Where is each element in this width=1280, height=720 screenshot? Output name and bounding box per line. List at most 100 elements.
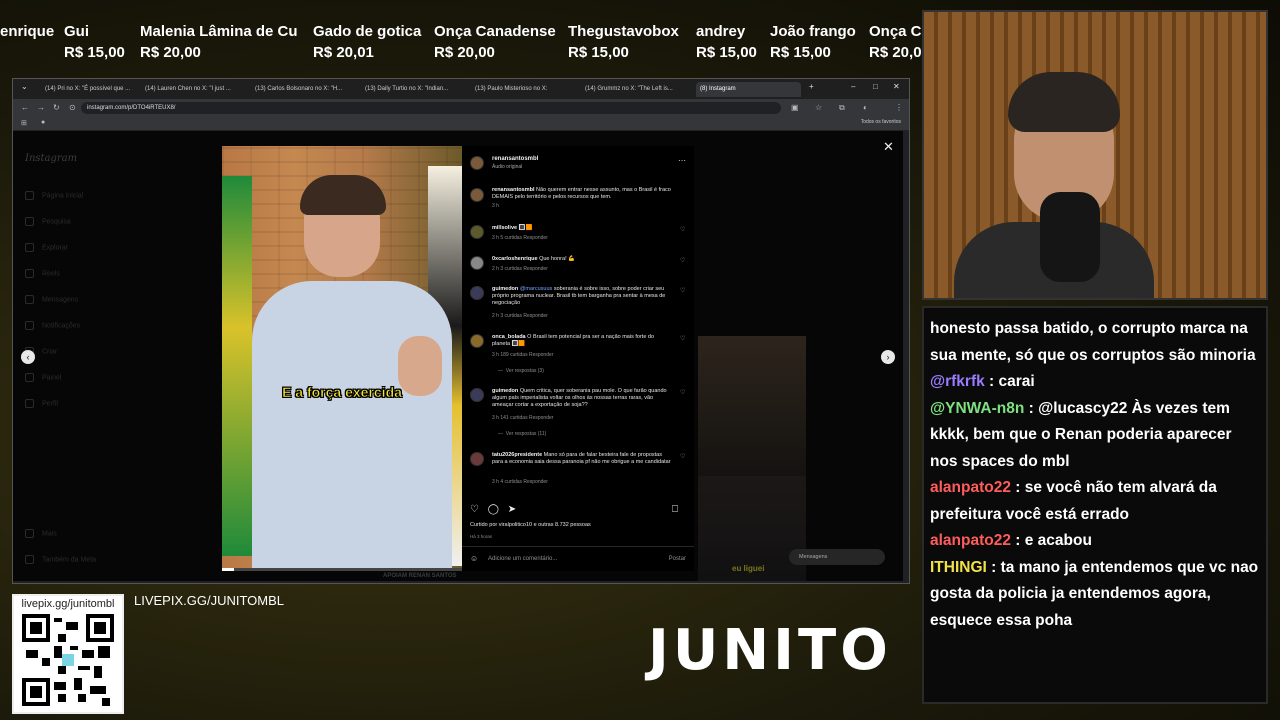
audio-label[interactable]: Áudio original — [492, 164, 522, 170]
like-comment-icon[interactable]: ♡ — [680, 453, 685, 460]
comment-text: onca_bolada O Brasil tem potencial pra s… — [492, 334, 655, 347]
address-bar: ← → ↻ ⊙ instagram.com/p/DTO4iRTEUX8/ ▣ ☆… — [13, 99, 909, 117]
avatar[interactable] — [470, 156, 484, 170]
ticker-item: Malenia Lâmina de Cu R$ 20,00 — [140, 23, 298, 61]
next-arrow-icon[interactable]: › — [881, 350, 895, 364]
comment-text: tatu2026presidente Mano só para de falar… — [492, 452, 671, 465]
extension-icon[interactable]: ▣ — [791, 103, 799, 112]
add-comment-bar: ☺ Adicione um comentário... Postar — [462, 546, 694, 571]
post-time: Há 3 horas — [470, 534, 493, 539]
comment-meta: 3 h — [492, 203, 499, 209]
post-button[interactable]: Postar — [669, 556, 686, 562]
menu-icon[interactable]: ⋮ — [895, 103, 903, 112]
extensions-icon[interactable]: ⧉ — [839, 103, 845, 113]
comment-input[interactable]: Adicione um comentário... — [488, 556, 557, 562]
bookmark-icon[interactable]: ● — [41, 119, 45, 126]
like-comment-icon[interactable]: ♡ — [680, 226, 685, 233]
forward-icon[interactable]: → — [37, 103, 45, 112]
view-replies[interactable]: — Ver respostas (11) — [498, 431, 546, 437]
comment-text: guimedon Quem critica, quer soberania pa… — [492, 388, 667, 408]
close-icon[interactable]: ✕ — [883, 139, 894, 155]
qr-code — [22, 614, 114, 706]
profile-icon[interactable]: ◐ — [863, 103, 868, 112]
save-icon[interactable]: ⎕ — [672, 504, 678, 515]
share-icon[interactable]: ➤ — [508, 504, 516, 515]
webcam-feed — [922, 10, 1268, 300]
speaker — [252, 175, 452, 571]
comment-text: millsolive 🔳🟧 — [492, 225, 533, 231]
qr-label: livepix.gg/junitombl — [21, 598, 115, 610]
tab-search-icon[interactable]: ⌄ — [21, 82, 28, 91]
streamer — [954, 72, 1154, 298]
like-comment-icon[interactable]: ♡ — [680, 257, 685, 264]
minimize-icon[interactable]: – — [851, 82, 855, 91]
stream-layout: enrique Gui R$ 15,00 Malenia Lâmina de Cu… — [0, 0, 1280, 720]
post-actions: ♡ ◯ ➤ ⎕ — [470, 504, 678, 515]
chat-message: @rfkrfk : carai — [930, 373, 1035, 390]
like-comment-icon[interactable]: ♡ — [680, 335, 685, 342]
brazil-flag — [222, 176, 252, 556]
comment-text: 0xcarloshenrique Que honra! 💪 — [492, 256, 575, 262]
ticker-item: João frango R$ 15,00 — [770, 23, 856, 61]
bookmarks-bar: ⊞ ● Todos os favoritos — [13, 117, 909, 131]
comment-icon[interactable]: ◯ — [488, 504, 499, 515]
browser-window: ⌄ (14) Pri no X: "É possível que ... (14… — [12, 78, 910, 584]
url-field[interactable]: instagram.com/p/DTO4iRTEUX8/ — [81, 102, 781, 114]
comment-meta: 3 h 141 curtidas Responder — [492, 415, 554, 421]
all-bookmarks[interactable]: Todos os favoritos — [861, 119, 901, 125]
comment-meta: 3 h 189 curtidas Responder — [492, 352, 554, 358]
video-caption: E a força exercida — [282, 384, 402, 401]
messages-button[interactable]: Mensagens — [789, 549, 885, 565]
livepix-link: LIVEPIX.GG/JUNITOMBL — [134, 593, 285, 608]
reel-video[interactable]: E a força exercida — [222, 146, 462, 571]
browser-tab[interactable]: (14) Grummz no X: "The Left is... — [581, 82, 691, 97]
comment-meta: 2 h 3 curtidas Responder — [492, 313, 548, 319]
browser-tab[interactable]: (13) Carlos Bolsonaro no X: "H... — [251, 82, 346, 97]
new-tab-icon[interactable]: + — [809, 82, 814, 91]
browser-tab-active[interactable]: (8) Instagram — [696, 82, 801, 97]
site-info-icon[interactable]: ⊙ — [69, 103, 76, 112]
channel-logo: JUNITO — [648, 618, 892, 683]
view-replies[interactable]: — Ver respostas (3) — [498, 368, 544, 374]
browser-tab[interactable]: (13) Paulo Misterioso no X: — [471, 82, 566, 97]
avatar[interactable] — [470, 256, 484, 270]
avatar[interactable] — [470, 188, 484, 202]
back-icon[interactable]: ← — [21, 103, 29, 112]
reload-icon[interactable]: ↻ — [53, 103, 60, 112]
qr-code-panel: livepix.gg/junitombl — [12, 594, 124, 714]
avatar[interactable] — [470, 388, 484, 402]
live-chat: honesto passa batido, o corrupto marca n… — [922, 306, 1268, 704]
avatar[interactable] — [470, 334, 484, 348]
bookmark-star-icon[interactable]: ☆ — [815, 103, 822, 112]
avatar[interactable] — [470, 225, 484, 239]
maximize-icon[interactable]: □ — [873, 82, 878, 91]
ticker-item: Onça Canadense R$ 20,00 — [434, 23, 556, 61]
apps-icon[interactable]: ⊞ — [21, 119, 27, 127]
likes-count[interactable]: Curtido por viralpolitico10 e outras 8.7… — [470, 522, 591, 528]
donation-ticker: enrique Gui R$ 15,00 Malenia Lâmina de Cu… — [0, 22, 922, 70]
emoji-icon[interactable]: ☺ — [470, 554, 478, 563]
browser-tab[interactable]: (14) Lauren Chen no X: "I just ... — [141, 82, 236, 97]
microphone — [1040, 192, 1100, 282]
like-comment-icon[interactable]: ♡ — [680, 287, 685, 294]
chat-message: alanpato22 : e acabou — [930, 532, 1092, 549]
video-progress[interactable] — [222, 568, 462, 571]
close-window-icon[interactable]: ✕ — [893, 82, 900, 91]
ticker-item: enrique — [0, 23, 55, 40]
instagram-page: Instagram Página inicial Pesquisa Explor… — [13, 131, 903, 581]
chat-message: honesto passa batido, o corrupto marca n… — [930, 320, 1256, 364]
comment-meta: 3 h 4 curtidas Responder — [492, 479, 548, 485]
comment-text: guimedon @marcusuus soberania é sobre is… — [492, 286, 666, 306]
like-icon[interactable]: ♡ — [470, 504, 479, 515]
prev-arrow-icon[interactable]: ‹ — [21, 350, 35, 364]
more-options-icon[interactable]: ⋯ — [678, 156, 686, 165]
like-comment-icon[interactable]: ♡ — [680, 389, 685, 396]
chat-message: ITHINGI : ta mano ja entendemos que vc n… — [930, 558, 1259, 629]
avatar[interactable] — [470, 286, 484, 300]
post-author[interactable]: renansantosmbl — [492, 156, 538, 162]
comment-meta: 2 h 3 curtidas Responder — [492, 266, 548, 272]
browser-tab[interactable]: (13) Daily Turtio no X: "Indian... — [361, 82, 456, 97]
ticker-item: Gado de gotica R$ 20,01 — [313, 23, 422, 61]
browser-tab[interactable]: (14) Pri no X: "É possível que ... — [41, 82, 136, 97]
avatar[interactable] — [470, 452, 484, 466]
